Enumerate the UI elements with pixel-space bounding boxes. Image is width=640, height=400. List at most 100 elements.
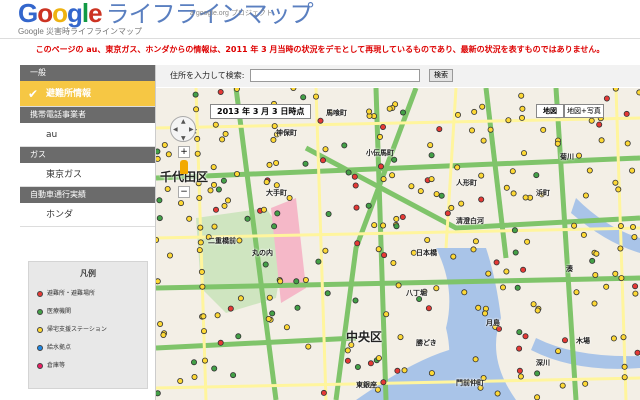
- legend-item: 倉庫等: [29, 357, 147, 375]
- pan-control[interactable]: ▲ ▼ ◀ ▶: [170, 116, 196, 142]
- facility-marker: [302, 160, 309, 167]
- facility-marker: [220, 177, 227, 184]
- sidebar-item-label: 避難所情報: [46, 89, 92, 99]
- facility-marker: [424, 236, 431, 243]
- header-divider: [0, 38, 640, 39]
- facility-marker: [217, 339, 224, 346]
- pan-up-icon[interactable]: ▲: [181, 118, 186, 125]
- facility-marker: [634, 349, 640, 356]
- facility-marker: [436, 126, 443, 133]
- legend-item: 帰宅支援ステーション: [29, 321, 147, 339]
- facility-marker: [428, 176, 435, 183]
- facility-marker: [177, 200, 184, 207]
- legend: 凡例 避難所・避難場所 医療機関 帰宅支援ステーション 給水拠点 倉庫等: [28, 261, 148, 389]
- facility-marker: [161, 142, 168, 149]
- sidebar-item-au[interactable]: au: [20, 123, 155, 147]
- legend-item: 給水拠点: [29, 339, 147, 357]
- date-label: 2013 年 3 月 3 日時点: [210, 104, 312, 119]
- facility-marker: [617, 222, 624, 229]
- sidebar-item-tokyo-gas[interactable]: 東京ガス: [20, 163, 155, 187]
- pan-right-icon[interactable]: ▶: [189, 126, 194, 133]
- logo-letter: g: [67, 0, 83, 28]
- facility-marker: [221, 202, 228, 209]
- facility-marker: [273, 160, 280, 167]
- facility-marker: [166, 252, 173, 259]
- facility-marker: [227, 305, 234, 312]
- facility-marker: [519, 105, 526, 112]
- facility-marker: [461, 289, 468, 296]
- facility-marker: [472, 356, 479, 363]
- sidebar-item-shelter[interactable]: ✔ 避難所情報: [20, 81, 155, 107]
- map-type-hybrid-button[interactable]: 地図+写真: [564, 104, 604, 118]
- map-place-label: 二重橋前: [208, 237, 236, 245]
- pan-left-icon[interactable]: ◀: [173, 126, 178, 133]
- facility-marker: [494, 390, 501, 397]
- facility-marker: [390, 259, 397, 266]
- facility-marker: [534, 307, 541, 314]
- facility-marker: [365, 202, 372, 209]
- map-place-label: 湊: [566, 265, 573, 273]
- facility-marker: [472, 238, 479, 245]
- facility-marker: [266, 294, 273, 301]
- facility-marker: [516, 345, 523, 352]
- facility-marker: [317, 117, 324, 124]
- facility-marker: [575, 152, 582, 159]
- zoom-out-button[interactable]: −: [178, 186, 190, 198]
- facility-marker: [520, 150, 527, 157]
- facility-marker: [401, 367, 408, 374]
- sidebar-item-honda[interactable]: ホンダ: [20, 203, 155, 227]
- facility-marker: [230, 372, 237, 379]
- facility-marker: [481, 310, 488, 317]
- facility-marker: [632, 283, 639, 290]
- map[interactable]: 千代田区 二重橋前 丸の内 中央区 清澄白河湊東銀座 大手町 日本橋 人形町 深川 木場 浜町 馬喰町…: [156, 88, 640, 400]
- facility-marker: [522, 333, 529, 340]
- facility-marker: [395, 282, 402, 289]
- facility-marker: [215, 186, 222, 193]
- section-header-traffic: 自動車通行実績: [20, 187, 155, 203]
- facility-marker: [324, 290, 331, 297]
- facility-marker: [596, 121, 603, 128]
- facility-marker: [381, 252, 388, 259]
- facility-marker: [503, 184, 510, 191]
- facility-marker: [612, 270, 619, 277]
- map-place-label: 中央区: [346, 330, 383, 344]
- facility-marker: [448, 204, 455, 211]
- map-type-map-button[interactable]: 地図: [536, 104, 564, 118]
- facility-marker: [394, 367, 401, 374]
- facility-marker: [312, 93, 319, 100]
- facility-marker: [397, 334, 404, 341]
- legend-label: 帰宅支援ステーション: [47, 326, 107, 333]
- facility-marker: [266, 161, 273, 168]
- facility-marker: [269, 310, 276, 317]
- facility-marker: [236, 237, 243, 244]
- facility-marker: [582, 192, 589, 199]
- facility-marker: [194, 150, 201, 157]
- facility-marker: [351, 173, 358, 180]
- facility-marker: [438, 192, 445, 199]
- facility-marker: [603, 283, 610, 290]
- facility-marker: [624, 140, 631, 147]
- facility-marker: [160, 331, 167, 338]
- facility-marker: [211, 365, 218, 372]
- legend-dot-icon: [37, 345, 43, 351]
- facility-marker: [156, 215, 163, 222]
- facility-marker: [612, 88, 619, 92]
- facility-marker: [233, 88, 240, 92]
- check-icon: ✔: [28, 87, 39, 101]
- pan-down-icon[interactable]: ▼: [181, 135, 186, 142]
- facility-marker: [510, 190, 517, 197]
- facility-marker: [586, 167, 593, 174]
- facility-marker: [353, 204, 360, 211]
- facility-marker: [582, 380, 589, 387]
- facility-marker: [478, 172, 485, 179]
- pegman-icon[interactable]: [180, 160, 188, 174]
- facility-marker: [591, 300, 598, 307]
- address-search-input[interactable]: [250, 69, 420, 82]
- app-title: Google 災害時ライフラインマップ: [18, 27, 143, 36]
- zoom-in-button[interactable]: +: [178, 146, 190, 158]
- search-button[interactable]: 検索: [429, 69, 453, 82]
- facility-marker: [277, 278, 284, 285]
- facility-marker: [302, 276, 309, 283]
- facility-marker: [222, 130, 229, 137]
- facility-marker: [615, 186, 622, 193]
